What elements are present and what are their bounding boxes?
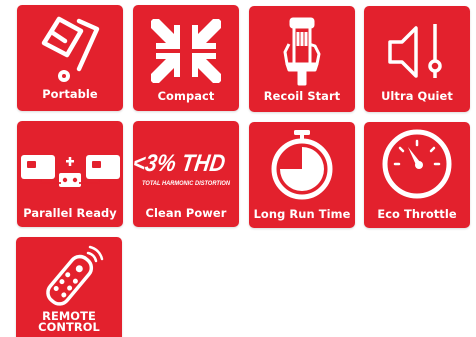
thd-badge-text: <3% THD	[133, 150, 227, 177]
feature-label: Recoil Start	[263, 89, 341, 103]
feature-tile-long-run-time: Long Run Time	[249, 122, 355, 228]
thd-badge-subtext: TOTAL HARMONIC DISTORTION	[142, 181, 231, 187]
feature-label: Ultra Quiet	[381, 89, 453, 103]
feature-tile-parallel-ready: Parallel Ready	[17, 121, 123, 227]
feature-tile-remote-control: REMOTE CONTROL	[16, 237, 122, 337]
feature-tile-eco-throttle: Eco Throttle	[364, 122, 470, 228]
feature-label: Clean Power	[145, 206, 227, 220]
feature-tile-recoil-start: Recoil Start	[249, 6, 355, 112]
feature-label: Portable	[42, 87, 98, 101]
feature-label: Eco Throttle	[377, 207, 457, 221]
feature-label: Long Run Time	[253, 207, 351, 221]
feature-tile-ultra-quiet: Ultra Quiet	[364, 6, 470, 112]
feature-tile-clean-power: <3% THD TOTAL HARMONIC DISTORTION Clean …	[133, 121, 239, 227]
feature-label-line2: CONTROL	[38, 320, 100, 334]
feature-label: Compact	[157, 89, 215, 103]
feature-tile-compact: Compact	[133, 5, 239, 111]
feature-tile-portable: Portable	[17, 5, 123, 111]
feature-label: Parallel Ready	[23, 206, 117, 220]
